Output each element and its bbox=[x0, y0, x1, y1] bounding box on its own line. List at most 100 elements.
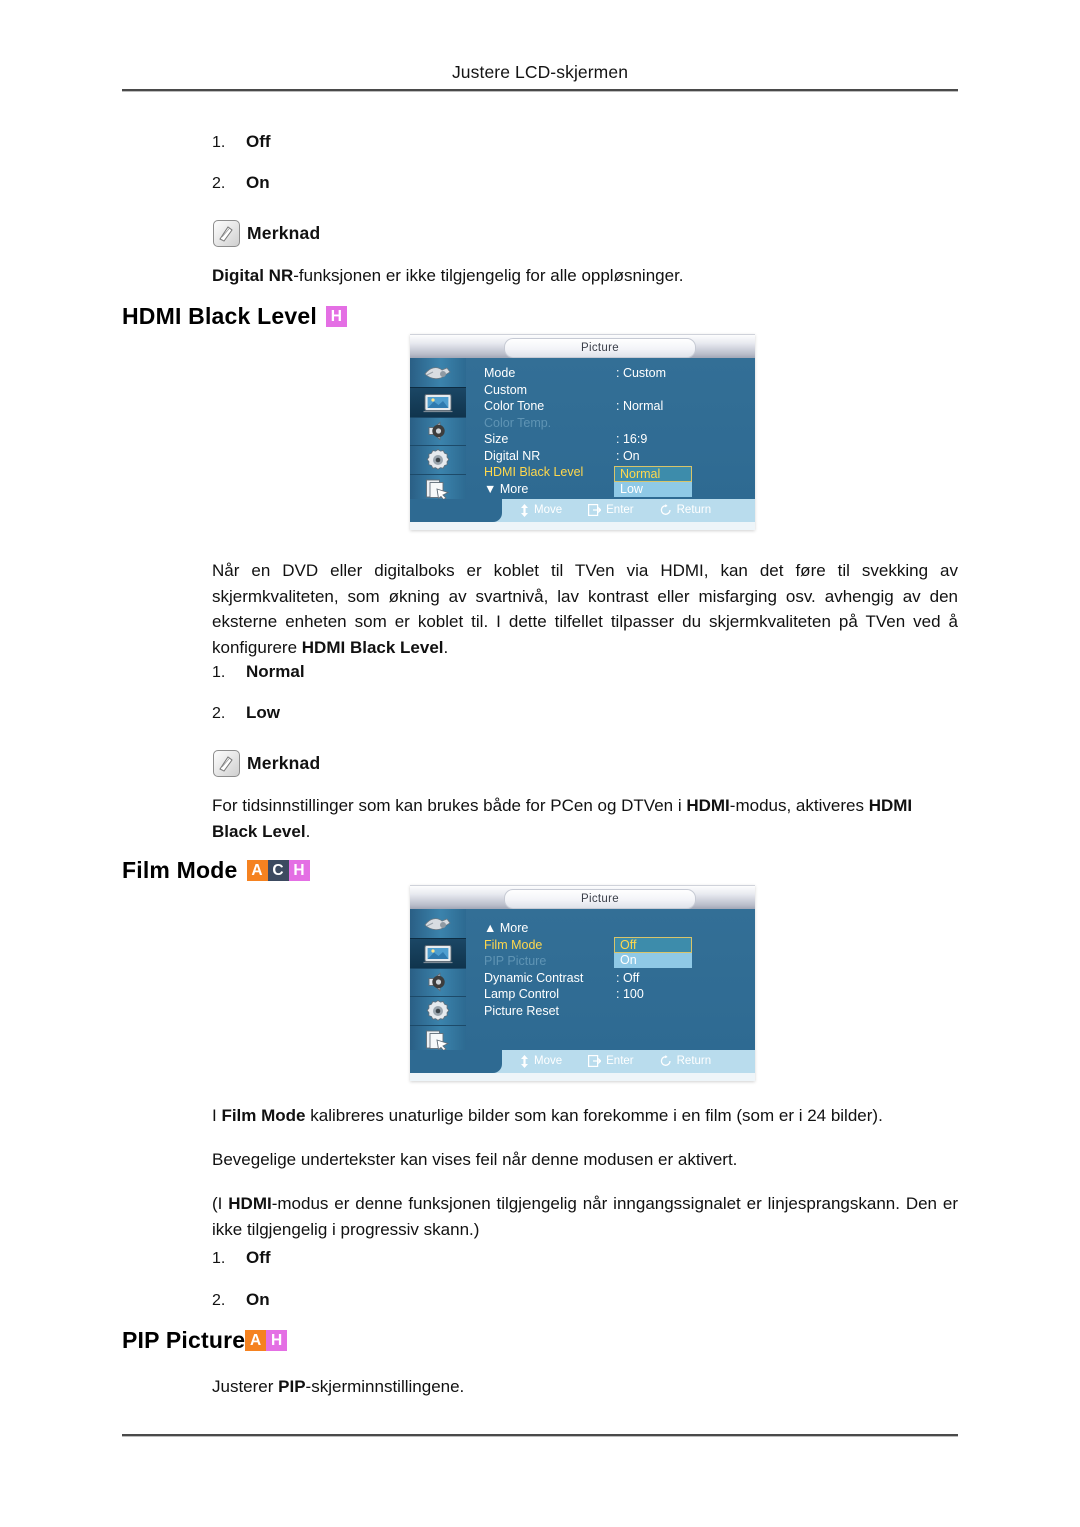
osd-hint-enter: Enter bbox=[588, 1054, 634, 1068]
badge-h-icon: H bbox=[266, 1330, 288, 1351]
osd-row[interactable]: Mode : Custom bbox=[484, 366, 744, 383]
badge-c-icon: C bbox=[267, 860, 289, 881]
osd-row-more[interactable]: ▲ More bbox=[484, 921, 744, 938]
osd-hint-label: Enter bbox=[606, 1055, 634, 1067]
osd-row-value: : Custom bbox=[616, 366, 667, 380]
osd-row-value: : Normal bbox=[616, 399, 664, 413]
osd-row-label: Color Temp. bbox=[484, 415, 552, 430]
osd-title: Picture bbox=[504, 338, 696, 358]
paragraph-text-1: (I bbox=[212, 1194, 229, 1213]
picture-monitor-icon[interactable] bbox=[410, 938, 466, 969]
osd-row[interactable]: Dynamic Contrast : Off bbox=[484, 971, 744, 988]
picture-monitor-icon[interactable] bbox=[410, 387, 466, 418]
input-plug-icon[interactable] bbox=[410, 909, 466, 939]
note-label: Merknad bbox=[247, 223, 321, 243]
osd-row-label: Color Tone bbox=[484, 399, 545, 413]
paragraph-text-2: kalibreres unaturlige bilder som kan for… bbox=[305, 1106, 883, 1125]
note-text-1: For tidsinnstillinger som kan brukes båd… bbox=[212, 796, 687, 815]
footer-rule bbox=[122, 1434, 958, 1436]
osd-footer-notch bbox=[410, 1050, 502, 1073]
list-label: Off bbox=[246, 1248, 271, 1267]
note-text-digitalnr: Digital NR-funksjonen er ikke tilgjengel… bbox=[212, 263, 972, 289]
list-item-digitalnr-2: 2. On bbox=[212, 173, 270, 193]
osd-dropdown-option[interactable]: Low bbox=[614, 481, 692, 497]
paragraph-text-2: . bbox=[443, 637, 449, 657]
move-updown-icon bbox=[521, 1054, 528, 1068]
note-text-rest: -funksjonen er ikke tilgjengelig for all… bbox=[293, 266, 684, 285]
osd-row-label: HDMI Black Level bbox=[484, 465, 584, 479]
osd-titlebar: Picture bbox=[410, 334, 755, 359]
osd-dropdown-option-selected[interactable]: Normal bbox=[614, 466, 692, 482]
osd-body: Mode : Custom Custom Color Tone : Normal… bbox=[410, 358, 755, 505]
list-label: Off bbox=[246, 132, 271, 151]
document-page: Justere LCD-skjermen 1. Off 2. On Merknad … bbox=[0, 0, 1080, 1527]
osd-row-label: Custom bbox=[484, 382, 528, 397]
osd-row[interactable]: Digital NR : On bbox=[484, 449, 744, 466]
osd-hint-bar: Move Enter Return bbox=[520, 503, 711, 517]
heading-film-mode: Film Mode A C H bbox=[122, 857, 310, 884]
return-icon bbox=[660, 1055, 671, 1066]
badge-a-icon: A bbox=[245, 1330, 267, 1351]
osd-hint-label: Return bbox=[676, 504, 712, 516]
osd-body: ▲ More Film Mode : PIP Picture Dynamic C… bbox=[410, 909, 755, 1056]
osd-row[interactable]: Size : 16:9 bbox=[484, 432, 744, 449]
note-text-3: . bbox=[305, 821, 311, 841]
list-item-hdmi-1: 1. Normal bbox=[212, 662, 305, 682]
osd-dropdown-film-mode[interactable]: Off On bbox=[614, 937, 692, 968]
osd-hint-bar: Move Enter Return bbox=[520, 1054, 711, 1068]
sound-speaker-icon[interactable] bbox=[410, 416, 466, 446]
osd-hint-label: Enter bbox=[606, 504, 634, 516]
setup-gear-icon[interactable] bbox=[410, 996, 466, 1026]
list-number: 1. bbox=[212, 1250, 226, 1267]
input-plug-icon[interactable] bbox=[410, 358, 466, 388]
osd-row-label: Mode bbox=[484, 366, 516, 380]
header-rule bbox=[122, 89, 958, 91]
osd-hint-label: Move bbox=[534, 504, 563, 516]
osd-row-label: Dynamic Contrast bbox=[484, 970, 584, 985]
list-number: 1. bbox=[212, 134, 226, 151]
paragraph-pip-picture: Justerer PIP-skjerminnstillingene. bbox=[212, 1374, 958, 1400]
paragraph-film-mode-2: Bevegelige undertekster kan vises feil n… bbox=[212, 1150, 738, 1169]
osd-row[interactable]: Lamp Control : 100 bbox=[484, 987, 744, 1004]
list-item-filmmode-2: 2. On bbox=[212, 1290, 270, 1310]
setup-gear-icon[interactable] bbox=[410, 445, 466, 475]
osd-row-label: PIP Picture bbox=[484, 954, 547, 968]
enter-icon bbox=[588, 1055, 602, 1067]
osd-footer: Move Enter Return bbox=[410, 499, 755, 522]
osd-dropdown-option-selected[interactable]: Off bbox=[614, 937, 692, 953]
paragraph-text-1: Justerer bbox=[212, 1377, 279, 1396]
note-bold-1: HDMI bbox=[686, 796, 730, 815]
badge-a-icon: A bbox=[246, 860, 268, 881]
note-text-bold: Digital NR bbox=[212, 266, 294, 285]
heading-text: HDMI Black Level bbox=[122, 303, 317, 329]
osd-row-label: Picture Reset bbox=[484, 1003, 560, 1018]
osd-menu-list-film: ▲ More Film Mode : PIP Picture Dynamic C… bbox=[484, 921, 744, 1020]
paragraph-hdmi-black-level: Når en DVD eller digitalboks er koblet t… bbox=[212, 558, 958, 660]
osd-row-label: Digital NR bbox=[484, 448, 541, 463]
osd-hint-label: Move bbox=[534, 1055, 563, 1067]
heading-text: Film Mode bbox=[122, 857, 238, 883]
osd-dropdown-option[interactable]: On bbox=[614, 952, 692, 968]
badge-h-icon: H bbox=[325, 306, 347, 327]
osd-hint-move: Move bbox=[520, 1054, 562, 1068]
osd-row[interactable]: Color Tone : Normal bbox=[484, 399, 744, 416]
list-number: 1. bbox=[212, 664, 226, 681]
osd-screenshot-film-mode: Picture ▲ More Film Mode PIP Picture Dyn… bbox=[410, 885, 755, 1081]
heading-text: PIP Picture bbox=[122, 1327, 246, 1353]
list-number: 2. bbox=[212, 705, 226, 722]
paragraph-film-mode-3: (I HDMI-modus er denne funksjonen tilgje… bbox=[212, 1191, 958, 1242]
osd-dropdown-hdmi-black-level[interactable]: Normal Low bbox=[614, 466, 692, 497]
osd-hint-return: Return bbox=[660, 503, 712, 517]
osd-sidebar bbox=[410, 909, 466, 1056]
osd-row[interactable]: Picture Reset bbox=[484, 1004, 744, 1021]
osd-hint-return: Return bbox=[660, 1054, 712, 1068]
osd-row-value: : On bbox=[616, 448, 640, 463]
list-label: Normal bbox=[246, 662, 305, 681]
paragraph-bold: PIP bbox=[278, 1377, 306, 1396]
list-number: 2. bbox=[212, 175, 226, 192]
osd-row[interactable]: Custom bbox=[484, 383, 744, 400]
osd-row-label: Size bbox=[484, 432, 509, 446]
osd-hint-label: Return bbox=[676, 1055, 712, 1067]
note-block-hdmi: Merknad bbox=[213, 750, 320, 777]
sound-speaker-icon[interactable] bbox=[410, 967, 466, 997]
